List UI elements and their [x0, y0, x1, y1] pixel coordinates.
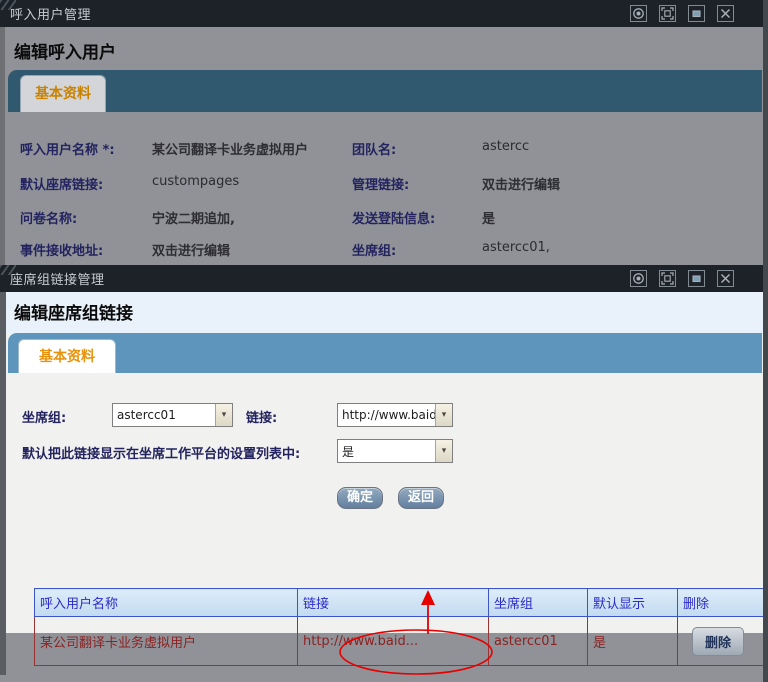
- default-display-select[interactable]: 是 ▾: [337, 439, 453, 463]
- table-row[interactable]: 某公司翻译卡业务虚拟用户 http://www.baid... astercc0…: [35, 617, 764, 666]
- park-button[interactable]: [630, 270, 647, 287]
- window-border: [0, 27, 5, 265]
- col-header-link: 链接: [298, 589, 489, 617]
- close-button[interactable]: [717, 5, 734, 22]
- park-button[interactable]: [630, 5, 647, 22]
- field-value-default-agent-link: custompages: [152, 174, 239, 189]
- maximize-button[interactable]: [659, 5, 676, 22]
- field-label-send-login-info: 发送登陆信息:: [352, 208, 435, 227]
- maximize-button[interactable]: [659, 270, 676, 287]
- close-icon: [719, 7, 732, 20]
- field-value-manage-link[interactable]: 双击进行编辑: [482, 174, 560, 193]
- front-window-body: 基本资料 坐席组: astercc01 ▾ 链接: http://www.bai…: [0, 333, 768, 633]
- delete-button[interactable]: 删除: [692, 627, 744, 656]
- field-value-agent-group: astercc01,: [482, 240, 550, 255]
- cell-default-display: 是: [588, 617, 678, 666]
- agent-group-selected-value: astercc01: [113, 408, 215, 422]
- agent-group-link-window: 座席组链接管理 编辑座席组链接 基本资料 坐席组: astercc01 ▾ 链接…: [0, 265, 768, 682]
- maximize-icon: [661, 7, 674, 20]
- link-select[interactable]: http://www.baidu.com ▾: [337, 403, 453, 427]
- tab-basic-info-back[interactable]: 基本资料: [20, 75, 106, 112]
- field-label-event-address: 事件接收地址:: [20, 240, 103, 259]
- cell-caller-name: 某公司翻译卡业务虚拟用户: [35, 617, 298, 666]
- field-label-agent-group: 坐席组:: [352, 240, 396, 259]
- close-icon: [719, 272, 732, 285]
- minimize-icon: [690, 272, 703, 285]
- agent-group-label: 坐席组:: [22, 407, 66, 426]
- front-page-title: 编辑座席组链接: [14, 299, 133, 324]
- front-tab-strip: 基本资料: [8, 333, 762, 373]
- maximize-icon: [661, 272, 674, 285]
- back-window-titlebar[interactable]: 呼入用户管理: [0, 0, 768, 27]
- field-label-survey-name: 问卷名称:: [20, 208, 77, 227]
- cell-delete: 删除: [678, 617, 764, 666]
- front-window-controls: [630, 270, 734, 287]
- agent-link-table: 呼入用户名称 链接 坐席组 默认显示 删除 某公司翻译卡业务虚拟用户 http:…: [34, 588, 764, 666]
- cell-link: http://www.baid...: [298, 617, 489, 666]
- field-label-manage-link: 管理链接:: [352, 174, 409, 193]
- col-header-agent-group: 坐席组: [489, 589, 588, 617]
- field-value-caller-name: 某公司翻译卡业务虚拟用户: [152, 139, 308, 158]
- field-value-team-name: astercc: [482, 139, 529, 154]
- field-label-caller-name: 呼入用户名称 *:: [20, 139, 115, 158]
- window-border: [763, 0, 768, 682]
- front-heading-area: 编辑座席组链接: [0, 292, 768, 333]
- field-label-team-name: 团队名:: [352, 139, 396, 158]
- front-window-titlebar[interactable]: 座席组链接管理: [0, 265, 768, 292]
- park-icon: [632, 272, 645, 285]
- screen: 呼入用户管理 编辑呼入用户 基本资料 呼入用户名称 *: 某公司翻译卡业务虚拟用…: [0, 0, 768, 682]
- minimize-button[interactable]: [688, 270, 705, 287]
- col-header-default-display: 默认显示: [588, 589, 678, 617]
- agent-group-select[interactable]: astercc01 ▾: [112, 403, 233, 427]
- col-header-delete: 删除: [678, 589, 764, 617]
- park-icon: [632, 7, 645, 20]
- back-button[interactable]: 返回: [398, 487, 444, 509]
- field-value-survey-name: 宁波二期追加,: [152, 208, 235, 227]
- cell-agent-group: astercc01: [489, 617, 588, 666]
- chevron-down-icon[interactable]: ▾: [435, 404, 452, 426]
- close-button[interactable]: [717, 270, 734, 287]
- back-page-title: 编辑呼入用户: [14, 38, 116, 63]
- col-header-caller-name: 呼入用户名称: [35, 589, 298, 617]
- field-value-event-address[interactable]: 双击进行编辑: [152, 240, 230, 259]
- front-window-title: 座席组链接管理: [0, 269, 105, 288]
- back-window-title: 呼入用户管理: [0, 4, 91, 23]
- back-window-controls: [630, 5, 734, 22]
- chevron-down-icon[interactable]: ▾: [215, 404, 232, 426]
- minimize-button[interactable]: [688, 5, 705, 22]
- tab-basic-info-front[interactable]: 基本资料: [18, 339, 116, 373]
- table-header-row: 呼入用户名称 链接 坐席组 默认显示 删除: [35, 589, 764, 617]
- ok-button[interactable]: 确定: [337, 487, 383, 509]
- field-value-send-login-info: 是: [482, 208, 495, 227]
- back-tab-strip: 基本资料: [8, 70, 762, 112]
- link-label: 链接:: [246, 407, 277, 426]
- link-selected-value: http://www.baidu.com: [338, 408, 435, 422]
- default-display-label: 默认把此链接显示在坐席工作平台的设置列表中:: [22, 443, 300, 462]
- window-border: [0, 292, 6, 675]
- field-label-default-agent-link: 默认座席链接:: [20, 174, 103, 193]
- default-display-selected-value: 是: [338, 443, 435, 460]
- minimize-icon: [690, 7, 703, 20]
- chevron-down-icon[interactable]: ▾: [435, 440, 452, 462]
